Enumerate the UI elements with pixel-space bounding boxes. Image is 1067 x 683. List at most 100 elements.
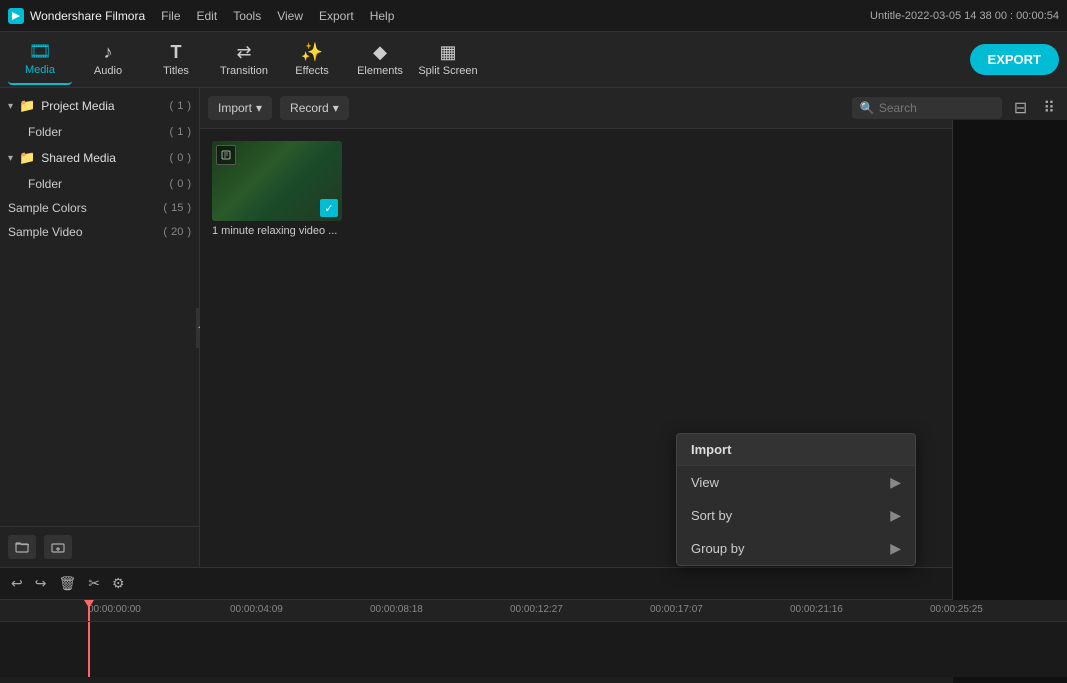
timeline: ↩ ↪ 🗑 ✂ ⚙ 🧲 🔗 00:00:00:00 00:00:04:09 00…	[0, 567, 1067, 677]
import-button[interactable]: Import ▾	[208, 96, 272, 120]
shared-media-label: Shared Media	[41, 151, 165, 165]
menu-tools[interactable]: Tools	[233, 9, 261, 23]
toolbar-transition[interactable]: ⇄ Transition	[212, 35, 276, 85]
search-input[interactable]	[879, 101, 994, 115]
menu-edit[interactable]: Edit	[197, 9, 218, 23]
context-menu-groupby-arrow: ▶	[890, 540, 901, 557]
logo-icon	[8, 8, 24, 24]
toolbar-elements-label: Elements	[357, 65, 403, 77]
track-playhead	[88, 622, 90, 677]
preview-panel: ⏮ ▶ ⏭	[952, 120, 1067, 670]
sidebar-item-shared-folder[interactable]: Folder (0)	[0, 172, 199, 196]
toolbar-transition-label: Transition	[220, 65, 268, 77]
redo-button[interactable]: ↪	[32, 572, 50, 595]
toolbar: 🎞 Media ♪ Audio T Titles ⇄ Transition ✨ …	[0, 32, 1067, 88]
sidebar-item-sample-video[interactable]: Sample Video (20)	[0, 220, 199, 244]
sidebar-item-project-media[interactable]: ▾ 📁 Project Media (1)	[0, 92, 199, 120]
context-menu-view-arrow: ▶	[890, 474, 901, 491]
delete-button[interactable]: 🗑	[55, 572, 79, 595]
sidebar-item-sample-colors[interactable]: Sample Colors (15)	[0, 196, 199, 220]
record-button[interactable]: Record ▾	[280, 96, 349, 120]
cut-button[interactable]: ✂	[85, 572, 103, 595]
folder-label: Folder	[28, 125, 166, 139]
sample-video-label: Sample Video	[8, 225, 159, 239]
record-arrow-icon: ▾	[333, 101, 339, 115]
transition-icon: ⇄	[236, 42, 251, 63]
sidebar-item-shared-media[interactable]: ▾ 📁 Shared Media (0)	[0, 144, 199, 172]
ruler-mark-6: 00:00:25:25	[930, 604, 983, 615]
media-toolbar: Import ▾ Record ▾ 🔍 ⊟ ⠿	[200, 88, 1067, 129]
media-thumb-check-0: ✓	[320, 199, 338, 217]
ruler-mark-4: 00:00:17:07	[650, 604, 703, 615]
media-grid: ✓ 1 minute relaxing video ...	[200, 129, 1067, 567]
context-menu-header: Import	[677, 434, 915, 466]
media-content: Import ▾ Record ▾ 🔍 ⊟ ⠿	[200, 88, 1067, 567]
filter-button[interactable]: ⊟	[1010, 94, 1031, 122]
shared-folder-label: Folder	[28, 177, 166, 191]
ruler-mark-2: 00:00:08:18	[370, 604, 423, 615]
elements-icon: ◆	[373, 42, 387, 63]
context-menu-view-label: View	[691, 475, 719, 490]
toolbar-elements[interactable]: ◆ Elements	[348, 35, 412, 85]
grid-view-button[interactable]: ⠿	[1039, 94, 1059, 122]
media-icon: 🎞	[29, 41, 52, 62]
project-media-count-val: 1	[177, 100, 183, 112]
toolbar-media[interactable]: 🎞 Media	[8, 35, 72, 85]
settings-button[interactable]: ⚙	[109, 572, 128, 595]
context-menu-sortby-label: Sort by	[691, 508, 732, 523]
toolbar-titles-label: Titles	[163, 65, 189, 77]
context-menu-item-sortby[interactable]: Sort by ▶	[677, 499, 915, 532]
toolbar-splitscreen-label: Split Screen	[418, 65, 477, 77]
menu-view[interactable]: View	[277, 9, 303, 23]
project-media-count: (	[170, 100, 174, 112]
context-menu-item-groupby[interactable]: Group by ▶	[677, 532, 915, 565]
toolbar-media-label: Media	[25, 64, 55, 76]
context-menu-sortby-arrow: ▶	[890, 507, 901, 524]
toolbar-titles[interactable]: T Titles	[144, 35, 208, 85]
timeline-ruler: 00:00:00:00 00:00:04:09 00:00:08:18 00:0…	[0, 600, 1067, 622]
sidebar-item-folder[interactable]: Folder (1)	[0, 120, 199, 144]
new-folder-button[interactable]	[8, 535, 36, 559]
media-label-0: 1 minute relaxing video ...	[212, 225, 342, 237]
undo-button[interactable]: ↩	[8, 572, 26, 595]
import-arrow-icon: ▾	[256, 101, 262, 115]
shared-media-arrow: ▾	[8, 153, 13, 164]
export-button[interactable]: EXPORT	[970, 44, 1059, 75]
app-logo: Wondershare Filmora	[8, 8, 145, 24]
menu-bar: File Edit Tools View Export Help	[161, 9, 394, 23]
titles-icon: T	[171, 42, 182, 63]
sidebar: ▾ 📁 Project Media (1) Folder (1) ▾ 📁 Sha…	[0, 88, 200, 567]
record-label: Record	[290, 101, 329, 115]
search-box[interactable]: 🔍	[852, 97, 1002, 119]
sidebar-bottom-actions	[0, 526, 200, 567]
import-label: Import	[218, 101, 252, 115]
effects-icon: ✨	[301, 42, 323, 63]
toolbar-audio[interactable]: ♪ Audio	[76, 35, 140, 85]
menu-export[interactable]: Export	[319, 9, 354, 23]
toolbar-effects[interactable]: ✨ Effects	[280, 35, 344, 85]
media-item-0[interactable]: ✓ 1 minute relaxing video ...	[212, 141, 342, 237]
sample-colors-label: Sample Colors	[8, 201, 159, 215]
shared-media-folder-icon: 📁	[19, 150, 35, 166]
context-menu: Import View ▶ Sort by ▶ Group by ▶	[676, 433, 916, 566]
add-folder-button[interactable]	[44, 535, 72, 559]
app-name: Wondershare Filmora	[30, 9, 145, 23]
ruler-mark-0: 00:00:00:00	[88, 604, 141, 615]
titlebar: Wondershare Filmora File Edit Tools View…	[0, 0, 1067, 32]
project-media-folder-icon: 📁	[19, 98, 35, 114]
project-title: Untitle-2022-03-05 14 38 00 : 00:00:54	[870, 10, 1059, 22]
project-media-arrow: ▾	[8, 101, 13, 112]
toolbar-audio-label: Audio	[94, 65, 122, 77]
toolbar-splitscreen[interactable]: ▦ Split Screen	[416, 35, 480, 85]
search-icon: 🔍	[860, 101, 875, 115]
menu-file[interactable]: File	[161, 9, 180, 23]
menu-help[interactable]: Help	[370, 9, 395, 23]
ruler-mark-1: 00:00:04:09	[230, 604, 283, 615]
project-media-label: Project Media	[41, 99, 165, 113]
context-menu-item-view[interactable]: View ▶	[677, 466, 915, 499]
audio-icon: ♪	[104, 42, 113, 63]
splitscreen-icon: ▦	[439, 42, 456, 63]
ruler-playhead-arrow	[84, 600, 94, 608]
toolbar-effects-label: Effects	[295, 65, 328, 77]
timeline-toolbar: ↩ ↪ 🗑 ✂ ⚙ 🧲 🔗	[0, 568, 1067, 600]
